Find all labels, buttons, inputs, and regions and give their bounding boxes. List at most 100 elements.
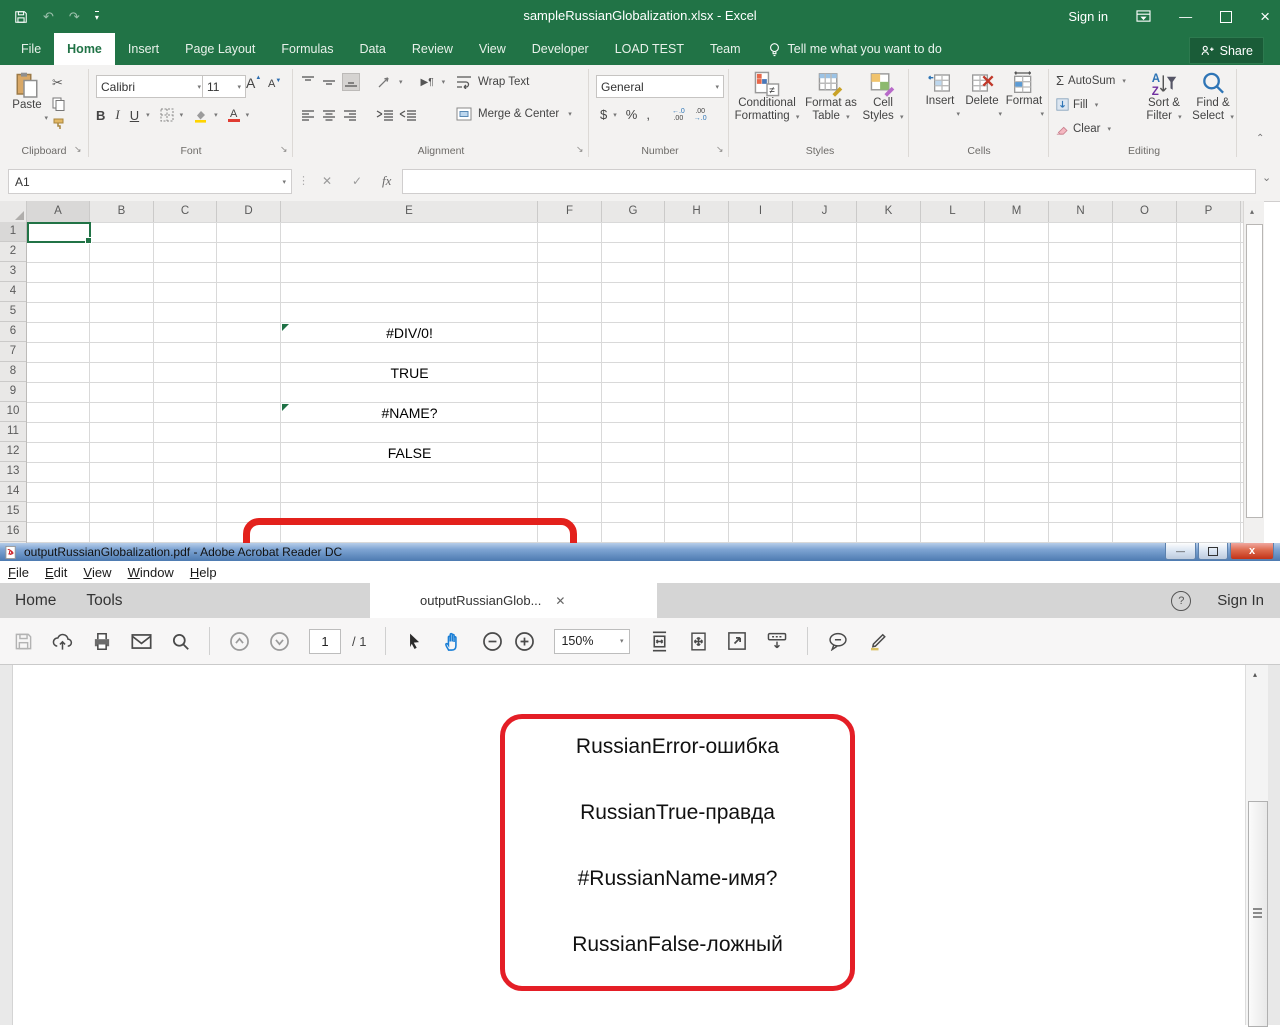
- row-header-16[interactable]: 16: [0, 522, 26, 542]
- tab-load-test[interactable]: LOAD TEST: [602, 33, 697, 65]
- restore-button[interactable]: [1220, 11, 1232, 23]
- column-header-G[interactable]: G: [602, 201, 665, 222]
- acrobat-close-button[interactable]: x: [1230, 543, 1274, 560]
- number-format-combo[interactable]: General ▾: [596, 75, 724, 98]
- fit-width-icon[interactable]: [649, 631, 670, 652]
- tab-insert[interactable]: Insert: [115, 33, 172, 65]
- column-header-A[interactable]: A: [27, 201, 90, 222]
- clear-button[interactable]: Clear ▾: [1056, 122, 1111, 135]
- cell-E8[interactable]: TRUE: [282, 363, 537, 383]
- name-box[interactable]: A1 ▾: [8, 169, 292, 194]
- cut-button[interactable]: ✂: [52, 75, 63, 91]
- column-header-N[interactable]: N: [1049, 201, 1113, 222]
- column-header-D[interactable]: D: [217, 201, 281, 222]
- percent-button[interactable]: %: [626, 107, 638, 122]
- sort-filter-button[interactable]: AZ Sort & Filter ▾: [1140, 71, 1188, 124]
- expand-formula-bar-icon[interactable]: ⌄: [1262, 171, 1271, 184]
- acrobat-sign-in[interactable]: Sign In: [1217, 592, 1264, 609]
- pdf-content-area[interactable]: RussianError-ошибкаRussianTrue-правда#Ru…: [0, 664, 1280, 1024]
- fit-page-icon[interactable]: [689, 631, 708, 652]
- insert-cells-button[interactable]: Insert ▾: [920, 71, 960, 121]
- column-header-B[interactable]: B: [90, 201, 154, 222]
- find-select-button[interactable]: Find & Select ▾: [1190, 71, 1236, 124]
- acrobat-home-tab[interactable]: Home: [15, 592, 56, 610]
- row-header-6[interactable]: 6: [0, 322, 26, 342]
- row-header-4[interactable]: 4: [0, 282, 26, 302]
- row-header-5[interactable]: 5: [0, 302, 26, 322]
- row-header-15[interactable]: 15: [0, 502, 26, 522]
- align-right-icon[interactable]: [342, 107, 358, 123]
- column-header-M[interactable]: M: [985, 201, 1049, 222]
- font-dialog-launcher[interactable]: ↘: [280, 144, 288, 155]
- tab-team[interactable]: Team: [697, 33, 754, 65]
- row-header-14[interactable]: 14: [0, 482, 26, 502]
- align-center-icon[interactable]: [321, 107, 337, 123]
- previous-page-icon[interactable]: [229, 631, 250, 652]
- close-button[interactable]: ×: [1260, 7, 1270, 27]
- column-header-E[interactable]: E: [281, 201, 538, 222]
- email-icon[interactable]: [131, 633, 152, 650]
- autosum-button[interactable]: Σ AutoSum ▾: [1056, 73, 1126, 88]
- copy-button[interactable]: [52, 97, 66, 111]
- minimize-button[interactable]: —: [1179, 9, 1192, 24]
- formula-input[interactable]: [402, 169, 1256, 194]
- cancel-formula-icon[interactable]: ✕: [322, 174, 332, 188]
- row-header-7[interactable]: 7: [0, 342, 26, 362]
- font-name-combo[interactable]: Calibri ▾: [96, 75, 206, 98]
- zoom-out-icon[interactable]: [482, 631, 503, 652]
- increase-font-button[interactable]: A▲: [246, 75, 261, 91]
- collapse-ribbon-button[interactable]: ⌃: [1256, 133, 1264, 144]
- decrease-font-button[interactable]: A▼: [268, 78, 281, 90]
- fill-handle[interactable]: [85, 237, 92, 244]
- delete-cells-button[interactable]: Delete ▾: [962, 71, 1002, 121]
- tab-data[interactable]: Data: [346, 33, 398, 65]
- cell-E6[interactable]: #DIV/0!: [282, 323, 537, 343]
- select-all-corner[interactable]: [0, 201, 27, 222]
- column-header-H[interactable]: H: [665, 201, 729, 222]
- document-tab-close-icon[interactable]: ✕: [555, 594, 565, 608]
- row-header-11[interactable]: 11: [0, 422, 26, 442]
- number-dialog-launcher[interactable]: ↘: [716, 144, 724, 155]
- cell-E10[interactable]: #NAME?: [282, 403, 537, 423]
- paste-button[interactable]: Paste ▾: [6, 71, 48, 125]
- column-header-L[interactable]: L: [921, 201, 985, 222]
- conditional-formatting-button[interactable]: ≠ Conditional Formatting ▾: [734, 71, 800, 124]
- menu-window[interactable]: Window: [120, 561, 182, 583]
- ribbon-display-options-icon[interactable]: [1136, 10, 1151, 23]
- enter-formula-icon[interactable]: ✓: [352, 174, 362, 188]
- acrobat-tools-tab[interactable]: Tools: [86, 592, 122, 610]
- column-header-K[interactable]: K: [857, 201, 921, 222]
- decrease-decimal-button[interactable]: .00→.0: [694, 108, 707, 122]
- decrease-indent-icon[interactable]: [376, 107, 394, 123]
- increase-indent-icon[interactable]: [399, 107, 417, 123]
- menu-view[interactable]: View: [75, 561, 119, 583]
- row-header-2[interactable]: 2: [0, 242, 26, 262]
- alignment-dialog-launcher[interactable]: ↘: [576, 144, 584, 155]
- search-icon[interactable]: [171, 632, 190, 651]
- align-middle-icon[interactable]: [321, 74, 337, 90]
- pdf-vertical-scrollbar[interactable]: ▴: [1245, 665, 1269, 1025]
- row-header-9[interactable]: 9: [0, 382, 26, 402]
- column-header-P[interactable]: P: [1177, 201, 1241, 222]
- active-cell-selection[interactable]: [27, 222, 91, 243]
- align-top-icon[interactable]: [300, 74, 316, 90]
- scroll-up-icon[interactable]: ▴: [1250, 207, 1254, 216]
- fill-button[interactable]: Fill ▾: [1056, 98, 1098, 111]
- currency-button[interactable]: $: [600, 107, 607, 122]
- zoom-level-select[interactable]: 150% ▾: [554, 629, 630, 654]
- menu-help[interactable]: Help: [182, 561, 225, 583]
- acrobat-restore-button[interactable]: [1198, 543, 1228, 560]
- print-icon[interactable]: [92, 632, 112, 651]
- row-header-12[interactable]: 12: [0, 442, 26, 462]
- highlighter-icon[interactable]: [868, 631, 889, 651]
- hand-tool-icon[interactable]: [442, 631, 463, 652]
- scrollbar-thumb[interactable]: [1246, 224, 1263, 518]
- format-painter-button[interactable]: [52, 117, 66, 131]
- clipboard-dialog-launcher[interactable]: ↘: [74, 144, 82, 155]
- bold-button[interactable]: B: [96, 108, 105, 123]
- row-header-10[interactable]: 10: [0, 402, 26, 422]
- comma-button[interactable]: ,: [646, 107, 650, 122]
- share-button[interactable]: Share: [1189, 37, 1264, 64]
- scroll-up-icon[interactable]: ▴: [1253, 670, 1257, 679]
- menu-file[interactable]: File: [0, 561, 37, 583]
